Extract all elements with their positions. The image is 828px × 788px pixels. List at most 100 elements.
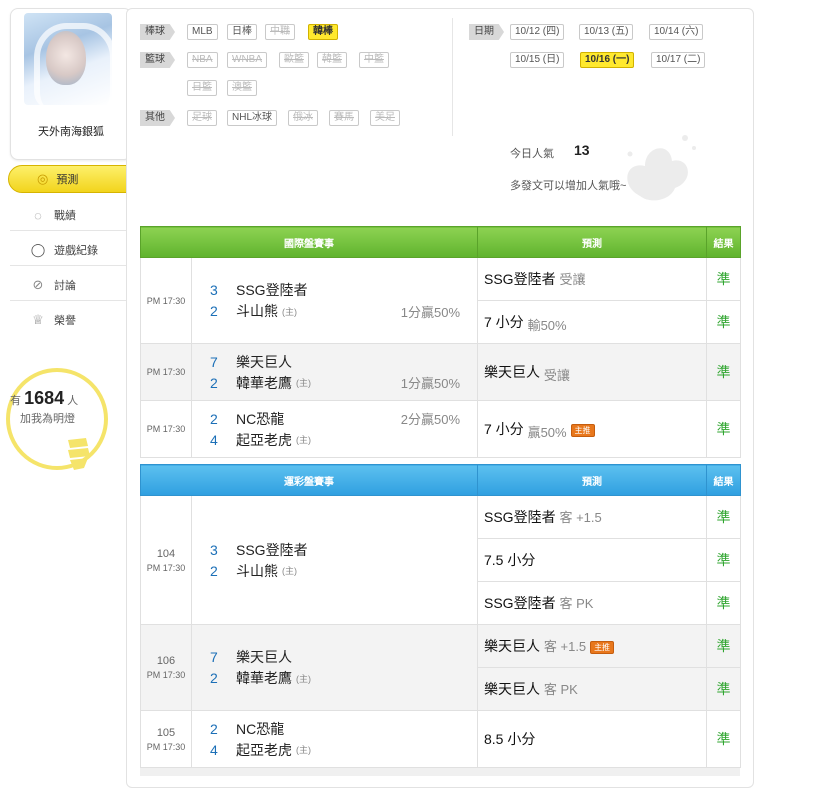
game-number: 104 [156,547,176,560]
date-label: 日期 [469,24,504,40]
tag-soccer[interactable]: 足球 [187,110,217,126]
avatar[interactable] [24,13,112,105]
game-info: 104 PM 17:30 [140,495,192,625]
sidebar-item-label: 遊戲紀錄 [54,245,98,257]
prediction-sub: 客 PK [559,596,594,611]
prediction: SSG登陸者 客 +1.5 [477,495,707,539]
tag-euro[interactable]: 歐籃 [279,52,309,68]
fan-unit: 人 [67,395,79,407]
matchup[interactable]: 3 SSG登陸者 2 斗山熊 (主) 1分贏50% [191,257,478,344]
date-1016[interactable]: 10/16 (一) [580,52,635,68]
matchup[interactable]: 3 SSG登陸者 2 斗山熊 (主) [191,495,478,625]
team-name: SSG登陸者 [236,541,308,558]
prediction-sub: 輸50% [527,318,567,333]
divider [452,18,453,136]
tag-horse[interactable]: 賽馬 [329,110,359,126]
result: 準 [706,710,741,768]
bulb-icon [68,438,90,470]
sidebar-item-label: 討論 [54,280,76,292]
fan-count: 1684 [24,388,65,408]
category-label-other: 其他 [140,110,175,126]
prediction-main: 7.5 小分 [484,552,536,568]
prediction-sub: 客 +1.5 [543,639,587,654]
tag-nhl[interactable]: NHL冰球 [227,110,278,126]
score: 3 [210,541,218,558]
prediction: 7 小分 輸50% [477,300,707,344]
sidebar-item-predictions[interactable]: ◎ 預測 [8,165,141,193]
prediction-main: SSG登陸者 [484,509,556,525]
team-name: 起亞老虎 [236,741,292,758]
table-row: PM 17:30 7 樂天巨人 2 韓華老鷹 (主) 1分贏50% 樂天巨人 受讓 準 [140,343,741,401]
score: 2 [210,410,218,427]
date-1017[interactable]: 10/17 (二) [651,52,706,68]
matchup[interactable]: 7 樂天巨人 2 韓華老鷹 (主) [191,624,478,711]
score: 2 [210,374,218,391]
add-fan-link[interactable]: 加我為明燈 [20,410,75,426]
sidebar-item-record[interactable]: ◌ 戰績 [18,202,128,228]
popularity-value: 13 [574,142,590,158]
tag-wnba[interactable]: WNBA [227,52,267,68]
team-name: 樂天巨人 [236,353,292,370]
sidebar-item-honors[interactable]: ♕ 榮譽 [18,307,128,333]
featured-badge: 主推 [570,423,595,437]
prediction-sub: 客 PK [543,682,578,697]
prediction-sub: 客 +1.5 [559,510,602,525]
prediction: 8.5 小分 [477,710,707,768]
date-1014[interactable]: 10/14 (六) [649,24,704,40]
tag-kbo[interactable]: 韓棒 [308,24,338,40]
username[interactable]: 天外南海銀狐 [11,123,131,139]
tag-cpbl[interactable]: 中職 [265,24,295,40]
table-row: PM 17:30 2 NC恐龍 2分贏50% 4 起亞老虎 (主) 7 小分 贏50% … [140,400,741,458]
sidebar-item-game-history[interactable]: ◯ 遊戲紀錄 [18,237,128,263]
tag-npb[interactable]: 日棒 [227,24,257,40]
popularity-label: 今日人氣 [510,148,554,160]
prediction-main: SSG登陸者 [484,271,556,287]
matchup[interactable]: 2 NC恐龍 2分贏50% 4 起亞老虎 (主) [191,400,478,458]
team-name: 斗山熊 [236,303,278,319]
fan-prefix: 有 [10,395,21,407]
tag-kbl[interactable]: 韓籃 [317,52,347,68]
table-header: 運彩盤賽事 預測 結果 [140,464,741,496]
tag-mlb[interactable]: MLB [187,24,218,40]
splash-icon [627,135,696,201]
team-name: 樂天巨人 [236,649,292,665]
tag-nba[interactable]: NBA [187,52,218,68]
matchup[interactable]: 7 樂天巨人 2 韓華老鷹 (主) 1分贏50% [191,343,478,401]
score: 2 [210,670,218,686]
table-row: 106 PM 17:30 7 樂天巨人 2 韓華老鷹 (主) 樂天巨人 客 +1.5 … [140,624,741,711]
team-name: 斗山熊 [236,562,278,579]
prediction-main: 樂天巨人 [484,364,540,380]
ring-icon: ◯ [30,242,46,257]
category-label-basketball: 籃球 [140,52,175,68]
date-1012[interactable]: 10/12 (四) [510,24,565,40]
featured-badge: 主推 [590,640,615,654]
home-tag: (主) [296,378,311,388]
result: 準 [706,667,741,711]
fan-count-line: 有 1684 人 [10,388,100,409]
result: 準 [706,495,741,539]
sidebar-item-label: 預測 [56,174,79,186]
matchup[interactable]: 2 NC恐龍 4 起亞老虎 (主) [191,710,478,768]
handicap: 1分贏50% [400,376,460,391]
score: 2 [210,562,218,579]
result: 準 [706,300,741,344]
tag-khl[interactable]: 俄冰 [288,110,318,126]
intl-header: 國際盤賽事 [140,226,478,258]
intl-table: 國際盤賽事 預測 結果 PM 17:30 3 SSG登陸者 2 斗山熊 (主) 1分贏5… [140,226,741,458]
tag-sbl[interactable]: 中籃 [359,52,389,68]
tag-jbl[interactable]: 日籃 [187,80,217,96]
score: 7 [210,353,218,370]
divider [10,300,128,301]
date-1013[interactable]: 10/13 (五) [579,24,634,40]
prediction-main: 7 小分 [484,421,524,437]
sidebar-item-label: 戰績 [54,210,76,222]
sidebar-item-discussion[interactable]: ⊘ 討論 [18,272,128,298]
pred-header: 預測 [477,464,707,496]
tag-nbl[interactable]: 澳籃 [227,80,257,96]
prediction-sub: 受讓 [543,368,570,383]
tag-nfl[interactable]: 美足 [370,110,400,126]
date-1015[interactable]: 10/15 (日) [510,52,565,68]
prediction: SSG登陸者 客 PK [477,581,707,625]
handicap: 2分贏50% [400,412,460,427]
profile-card: 天外南海銀狐 [10,8,132,160]
